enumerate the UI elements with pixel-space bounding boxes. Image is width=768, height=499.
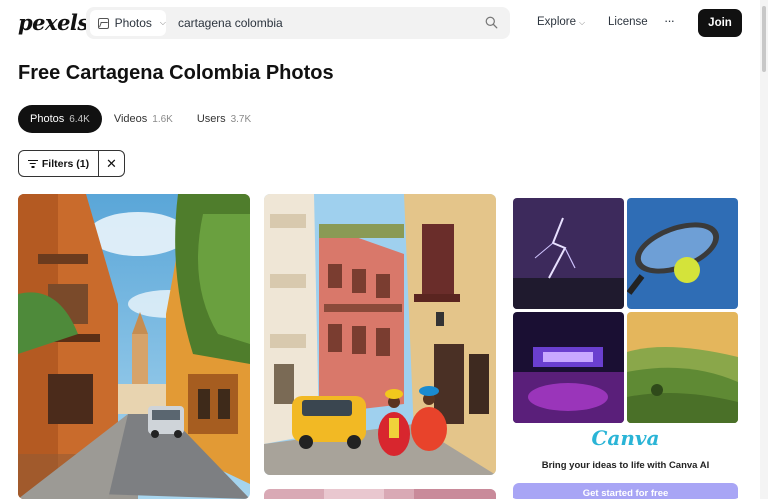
more-menu-icon[interactable]: ···	[664, 13, 675, 28]
filters-button[interactable]: Filters (1)	[18, 150, 99, 177]
search-bar: Photos ⌵	[86, 7, 510, 39]
chevron-down-icon: ⌵	[159, 18, 166, 27]
canva-ad-card[interactable]: Canva Bring your ideas to life with Canv…	[509, 194, 742, 499]
media-tabs: Photos 6.4K Videos 1.6K Users 3.7K	[18, 105, 263, 133]
tennis-image	[627, 198, 738, 309]
tab-label: Users	[196, 113, 226, 125]
search-type-dropdown[interactable]: Photos ⌵	[90, 10, 166, 36]
lightning-image	[513, 198, 624, 309]
photo-image	[264, 489, 496, 499]
scrollbar[interactable]	[760, 0, 768, 499]
photo-card[interactable]	[264, 194, 496, 475]
scrollbar-thumb[interactable]	[762, 6, 766, 72]
street-photo-image	[18, 194, 250, 499]
ad-text: Bring your ideas to life with Canva AI	[541, 460, 710, 471]
tab-count: 1.6K	[152, 113, 173, 125]
tab-photos[interactable]: Photos 6.4K	[18, 105, 102, 133]
canva-logo: Canva	[591, 426, 660, 450]
clear-filters-button[interactable]: ✕	[98, 150, 125, 177]
nav-explore-label: Explore	[537, 16, 576, 28]
pexels-logo[interactable]: pexels	[18, 10, 89, 35]
image-icon	[98, 17, 109, 29]
tab-videos[interactable]: Videos 1.6K	[102, 105, 185, 133]
get-started-button[interactable]: Get started for free	[513, 483, 738, 499]
tab-label: Photos	[30, 113, 65, 125]
tab-count: 3.7K	[230, 113, 252, 125]
photo-card[interactable]	[264, 489, 496, 499]
nav-license[interactable]: License	[608, 16, 648, 28]
top-header: pexels Photos ⌵ Explore⌵ License ··· Joi…	[0, 0, 760, 46]
tab-users[interactable]: Users 3.7K	[185, 105, 263, 133]
page-title: Free Cartagena Colombia Photos	[18, 62, 334, 84]
tab-count: 6.4K	[69, 113, 90, 125]
landscape-image	[627, 312, 738, 423]
chevron-down-icon: ⌵	[579, 18, 586, 27]
concert-image	[513, 312, 624, 423]
photo-card[interactable]	[18, 194, 250, 499]
join-button[interactable]: Join	[698, 9, 742, 37]
search-input[interactable]	[178, 7, 468, 39]
ad-image-grid	[513, 198, 738, 423]
tab-label: Videos	[113, 113, 148, 125]
filters-label: Filters (1)	[41, 157, 90, 170]
taxi-street-photo-image	[264, 194, 496, 475]
nav-explore[interactable]: Explore ⌵	[537, 16, 585, 28]
search-icon[interactable]	[485, 16, 498, 29]
filter-icon	[27, 159, 38, 168]
search-type-label: Photos	[114, 16, 152, 30]
